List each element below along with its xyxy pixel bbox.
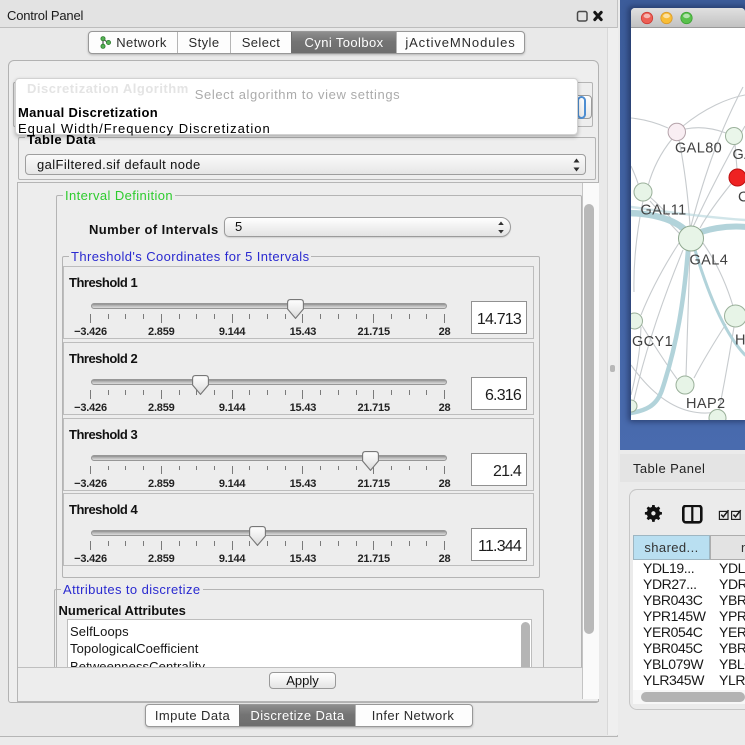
svg-text:HAP2: HAP2 <box>686 396 725 412</box>
svg-text:H: H <box>735 333 745 349</box>
svg-text:C: C <box>738 190 745 206</box>
svg-text:GAL80: GAL80 <box>675 141 722 157</box>
svg-text:GCY1: GCY1 <box>632 334 673 350</box>
svg-text:GAL11: GAL11 <box>641 203 687 219</box>
svg-text:GAL4: GAL4 <box>690 253 729 269</box>
svg-text:GA: GA <box>733 147 745 163</box>
